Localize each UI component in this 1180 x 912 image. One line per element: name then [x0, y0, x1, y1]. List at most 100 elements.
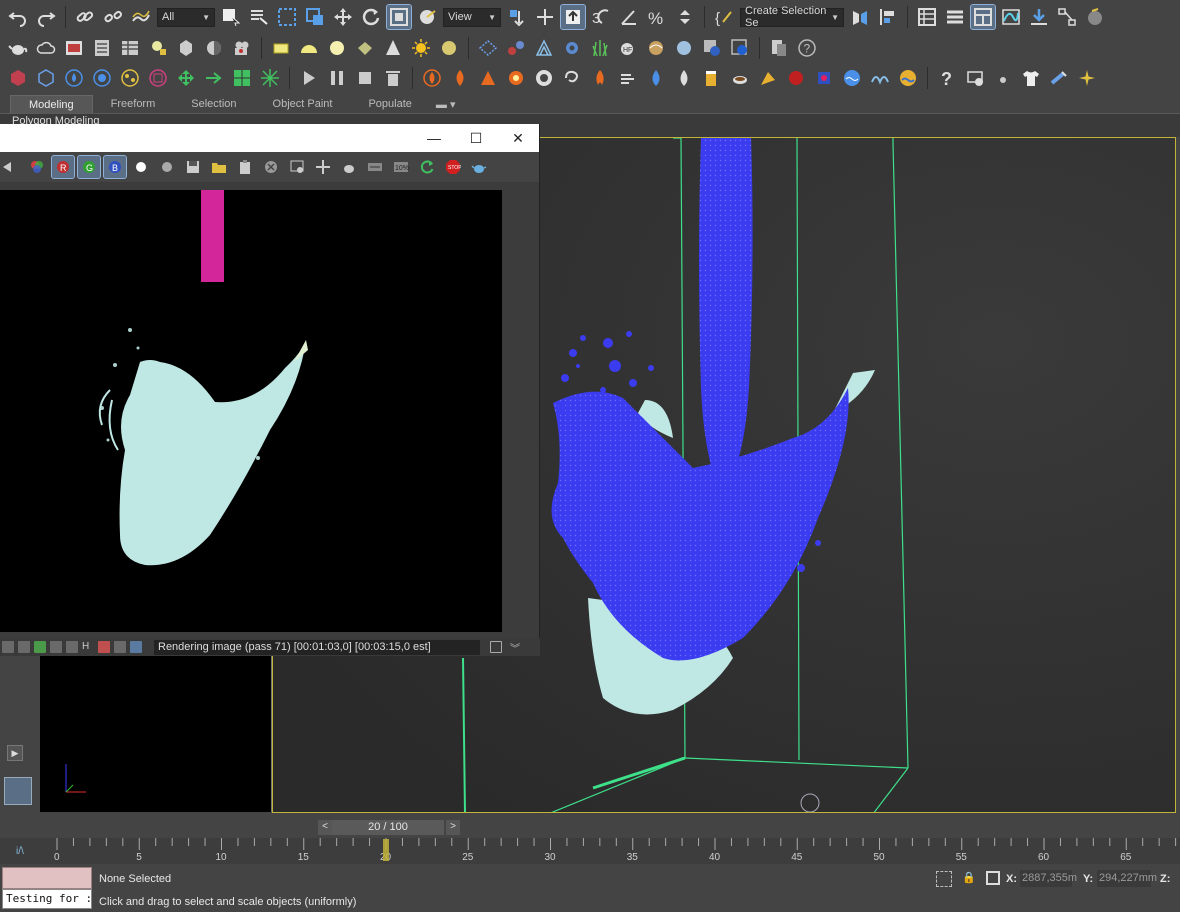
screen-capture-icon[interactable] — [963, 66, 987, 90]
top-viewport[interactable] — [40, 654, 272, 812]
mover-icon[interactable] — [174, 66, 198, 90]
play-animation-icon[interactable]: ▶ — [7, 745, 23, 761]
isolate-selection-icon[interactable] — [936, 871, 952, 887]
displacement-icon[interactable] — [644, 36, 668, 60]
snaps-toggle-icon[interactable]: 3 — [589, 5, 613, 29]
image-icon[interactable] — [34, 641, 46, 653]
unlink-icon[interactable] — [101, 5, 125, 29]
curve-editor-icon[interactable] — [999, 5, 1023, 29]
keyboard-shortcut-override-icon[interactable] — [560, 4, 586, 30]
light-icon[interactable] — [146, 36, 170, 60]
ipr-render-icon[interactable] — [728, 36, 752, 60]
liquid-source-icon[interactable] — [62, 66, 86, 90]
mirror-icon[interactable] — [848, 5, 872, 29]
arrow-right-icon[interactable] — [202, 66, 226, 90]
mesher-icon[interactable] — [146, 66, 170, 90]
cloud-icon[interactable] — [34, 36, 58, 60]
spinner-snap-icon[interactable] — [673, 5, 697, 29]
pour-icon[interactable] — [756, 66, 780, 90]
ambient-light-icon[interactable] — [437, 36, 461, 60]
named-selection-dropdown[interactable]: Create Selection Se ▼ — [740, 5, 844, 29]
alpha-white-icon[interactable] — [130, 156, 152, 178]
dot-icon[interactable] — [991, 66, 1015, 90]
burst-icon[interactable] — [258, 66, 282, 90]
prev-frame-button[interactable]: < — [318, 820, 332, 835]
cube-icon[interactable] — [6, 66, 30, 90]
grid-object-icon[interactable] — [230, 66, 254, 90]
stop-render-icon[interactable]: STOP — [442, 156, 464, 178]
maxscript-mini-listener[interactable]: Testing for : — [2, 889, 92, 909]
lut-icon[interactable] — [130, 641, 142, 653]
monochrome-icon[interactable] — [156, 156, 178, 178]
spot-light-icon[interactable] — [381, 36, 405, 60]
compare-icon[interactable] — [98, 641, 110, 653]
blue-channel-button[interactable]: B — [103, 155, 127, 179]
clear-icon[interactable] — [260, 156, 282, 178]
water-drop-icon[interactable] — [644, 66, 668, 90]
ies-light-icon[interactable] — [202, 36, 226, 60]
open-folder-icon[interactable] — [208, 156, 230, 178]
paint-icon[interactable] — [812, 66, 836, 90]
tab-selection[interactable]: Selection — [173, 95, 254, 113]
layer-explorer-icon[interactable] — [943, 5, 967, 29]
bind-spacewarp-icon[interactable] — [129, 5, 153, 29]
grid-panel-icon[interactable] — [118, 36, 142, 60]
percent-snap-icon[interactable]: % — [645, 5, 669, 29]
next-frame-button[interactable]: > — [446, 820, 460, 835]
pivot-center-icon[interactable] — [505, 5, 529, 29]
layers-icon[interactable] — [767, 36, 791, 60]
dome-light-icon[interactable] — [297, 36, 321, 60]
pause-icon[interactable] — [325, 66, 349, 90]
render-setup-icon[interactable] — [1027, 5, 1051, 29]
rectangular-selection-icon[interactable] — [275, 5, 299, 29]
gear-icon[interactable] — [560, 36, 584, 60]
explosion-icon[interactable] — [504, 66, 528, 90]
close-button[interactable]: ✕ — [497, 124, 539, 152]
refresh-icon[interactable] — [416, 156, 438, 178]
sun-icon[interactable] — [409, 36, 433, 60]
fill-icon[interactable] — [90, 66, 114, 90]
histogram-icon[interactable] — [66, 641, 78, 653]
brush-icon[interactable] — [1047, 66, 1071, 90]
track-mouse-icon[interactable] — [312, 156, 334, 178]
fur-icon[interactable] — [532, 36, 556, 60]
absolute-mode-icon[interactable] — [986, 871, 1000, 885]
edit-icon[interactable] — [50, 641, 62, 653]
coffee-icon[interactable] — [728, 66, 752, 90]
lock-selection-icon[interactable]: 🔒 — [962, 871, 976, 885]
tab-freeform[interactable]: Freeform — [93, 95, 174, 113]
collapse-chevron-icon[interactable]: ︾ — [510, 640, 520, 655]
green-channel-button[interactable]: G — [77, 155, 101, 179]
flame-icon[interactable] — [588, 66, 612, 90]
list-panel-icon[interactable] — [90, 36, 114, 60]
waves-icon[interactable] — [868, 66, 892, 90]
smoke-cloud-icon[interactable] — [532, 66, 556, 90]
schematic-view-icon[interactable] — [1055, 5, 1079, 29]
trash-icon[interactable] — [381, 66, 405, 90]
rotate-icon[interactable] — [359, 5, 383, 29]
grid-icon[interactable] — [18, 641, 30, 653]
beer-icon[interactable] — [700, 66, 724, 90]
tab-populate[interactable]: Populate — [350, 95, 429, 113]
scene-explorer-icon[interactable] — [915, 5, 939, 29]
reference-coord-dropdown[interactable]: View ▼ — [443, 7, 501, 27]
select-manipulate-icon[interactable] — [533, 5, 557, 29]
emitter-icon[interactable] — [118, 66, 142, 90]
wind-icon[interactable] — [616, 66, 640, 90]
scale-icon[interactable] — [386, 4, 412, 30]
save-image-icon[interactable] — [182, 156, 204, 178]
link-icon[interactable] — [73, 5, 97, 29]
h-label-icon[interactable]: H — [82, 641, 94, 653]
plane-light-icon[interactable] — [269, 36, 293, 60]
helper-icon[interactable] — [174, 36, 198, 60]
molecule-icon[interactable] — [504, 36, 528, 60]
selection-filter-dropdown[interactable]: All ▼ — [157, 7, 215, 27]
splash-icon[interactable] — [784, 66, 808, 90]
fire-source-icon[interactable] — [448, 66, 472, 90]
render-image-canvas[interactable] — [0, 190, 502, 632]
fire-icon[interactable] — [420, 66, 444, 90]
grass-icon[interactable] — [588, 36, 612, 60]
select-by-name-icon[interactable] — [247, 5, 271, 29]
stop-icon[interactable] — [353, 66, 377, 90]
ribbon-options-button[interactable]: ▬ ▾ — [430, 95, 462, 113]
